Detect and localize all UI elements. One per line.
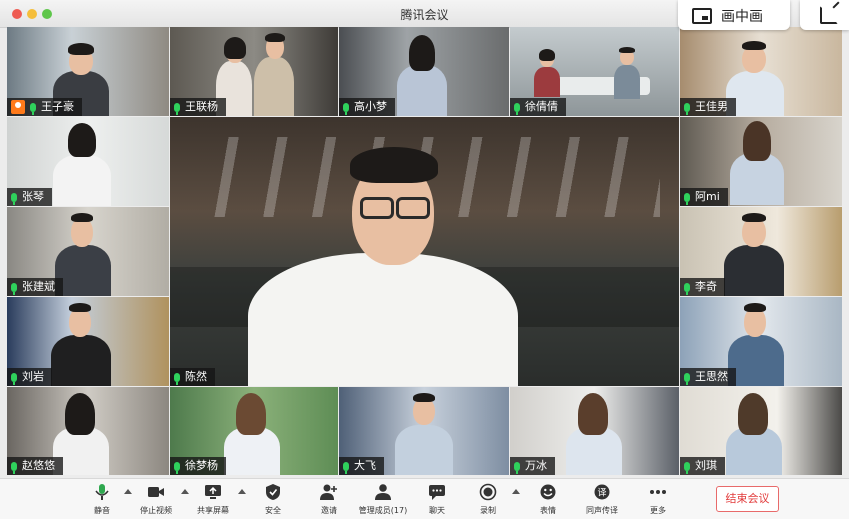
record-options-chevron-icon[interactable] (512, 489, 520, 494)
mute-label: 静音 (94, 506, 110, 515)
picture-in-picture-label: 画中画 (721, 9, 763, 25)
record-label: 录制 (480, 506, 496, 515)
invite-button[interactable]: 邀请 (304, 481, 354, 519)
participant-name-tag: 张琴 (7, 188, 52, 206)
video-tile[interactable]: 刘琪 (680, 387, 842, 475)
video-tile[interactable]: 王思然 (680, 297, 842, 386)
more-button[interactable]: 更多 (633, 481, 683, 519)
microphone-icon (95, 484, 109, 500)
video-tile[interactable]: 大飞 (339, 387, 509, 475)
participant-name-tag: 王思然 (680, 368, 736, 386)
reactions-button[interactable]: 表情 (523, 481, 573, 519)
host-icon (11, 100, 25, 114)
participant-name-tag: 阿mi (680, 188, 728, 206)
security-label: 安全 (265, 506, 281, 515)
participant-name-tag: 刘琪 (680, 457, 725, 475)
svg-text:译: 译 (597, 488, 606, 499)
shield-icon (266, 484, 280, 500)
members-icon (375, 484, 391, 500)
video-tile[interactable]: 刘岩 (7, 297, 169, 386)
more-dots-icon (650, 490, 666, 494)
participant-name-tag: 张建斌 (7, 278, 63, 296)
video-tile[interactable]: 王佳男 (680, 27, 842, 116)
picture-in-picture-icon (692, 8, 712, 24)
microphone-icon (343, 461, 349, 474)
microphone-icon (684, 282, 690, 295)
picture-in-picture-button[interactable]: 画中画 (678, 0, 790, 30)
mute-button[interactable]: 静音 (77, 481, 127, 519)
video-tile[interactable]: 赵悠悠 (7, 387, 169, 475)
video-tile[interactable]: 王子豪 (7, 27, 169, 116)
chat-button[interactable]: 聊天 (412, 481, 462, 519)
video-tile[interactable]: 阿mi (680, 117, 842, 206)
external-link-icon (820, 6, 838, 24)
video-tile[interactable]: 万冰 (510, 387, 679, 475)
share-screen-icon (205, 485, 221, 499)
participant-name-tag: 王联杨 (170, 98, 226, 116)
more-label: 更多 (650, 506, 666, 515)
camera-icon (148, 487, 164, 497)
participant-name-tag: 赵悠悠 (7, 457, 63, 475)
participant-name-tag: 徐倩倩 (510, 98, 566, 116)
microphone-icon (684, 192, 690, 205)
manage-members-label: 管理成员(17) (358, 506, 408, 515)
video-tile[interactable]: 徐倩倩 (510, 27, 679, 116)
manage-members-button[interactable]: 管理成员(17) (358, 481, 408, 519)
video-tile[interactable]: 王联杨 (170, 27, 338, 116)
participant-name-tag: 王子豪 (7, 98, 82, 116)
security-button[interactable]: 安全 (248, 481, 298, 519)
video-tile[interactable]: 高小梦 (339, 27, 509, 116)
microphone-icon (11, 372, 17, 385)
microphone-icon (514, 461, 520, 474)
video-tile[interactable]: 徐梦杨 (170, 387, 338, 475)
participant-name-tag: 大飞 (339, 457, 384, 475)
microphone-icon (11, 461, 17, 474)
share-screen-button[interactable]: 共享屏幕 (188, 481, 238, 519)
microphone-icon (174, 372, 180, 385)
invite-label: 邀请 (321, 506, 337, 515)
microphone-icon (684, 461, 690, 474)
video-tile[interactable]: 张琴 (7, 117, 169, 206)
end-meeting-button[interactable]: 结束会议 (716, 486, 779, 512)
participant-name-tag: 万冰 (510, 457, 555, 475)
microphone-icon (174, 461, 180, 474)
microphone-icon (11, 192, 17, 205)
participant-name-tag: 李奇 (680, 278, 725, 296)
translate-button[interactable]: 译 同声传译 (577, 481, 627, 519)
participant-name-tag: 高小梦 (339, 98, 395, 116)
stop-video-button[interactable]: 停止视频 (131, 481, 181, 519)
share-options-chevron-icon[interactable] (238, 489, 246, 494)
open-external-button[interactable] (800, 0, 849, 30)
translate-icon: 译 (594, 484, 610, 500)
record-button[interactable]: 录制 (463, 481, 513, 519)
record-icon (479, 483, 497, 501)
translate-label: 同声传译 (586, 506, 618, 515)
reactions-label: 表情 (540, 506, 556, 515)
microphone-icon (174, 102, 180, 115)
participant-name-tag: 陈然 (170, 368, 215, 386)
add-user-icon (320, 484, 337, 500)
participant-name-tag: 徐梦杨 (170, 457, 226, 475)
chat-icon (429, 485, 445, 500)
microphone-icon (514, 102, 520, 115)
share-screen-label: 共享屏幕 (197, 506, 229, 515)
microphone-icon (684, 102, 690, 115)
meeting-window: 腾讯会议 王子豪 王联杨 高小梦 徐倩倩 王佳男 陈然 张琴 张建斌 刘岩 阿m… (0, 0, 849, 519)
smiley-icon (540, 484, 556, 500)
active-speaker-video[interactable]: 陈然 (170, 117, 679, 386)
participant-name-tag: 王佳男 (680, 98, 736, 116)
video-tile[interactable]: 张建斌 (7, 207, 169, 296)
microphone-icon (343, 102, 349, 115)
microphone-icon (684, 372, 690, 385)
microphone-icon (11, 282, 17, 295)
microphone-icon (30, 102, 36, 115)
video-tile[interactable]: 李奇 (680, 207, 842, 296)
stop-video-label: 停止视频 (140, 506, 172, 515)
participant-name-tag: 刘岩 (7, 368, 52, 386)
